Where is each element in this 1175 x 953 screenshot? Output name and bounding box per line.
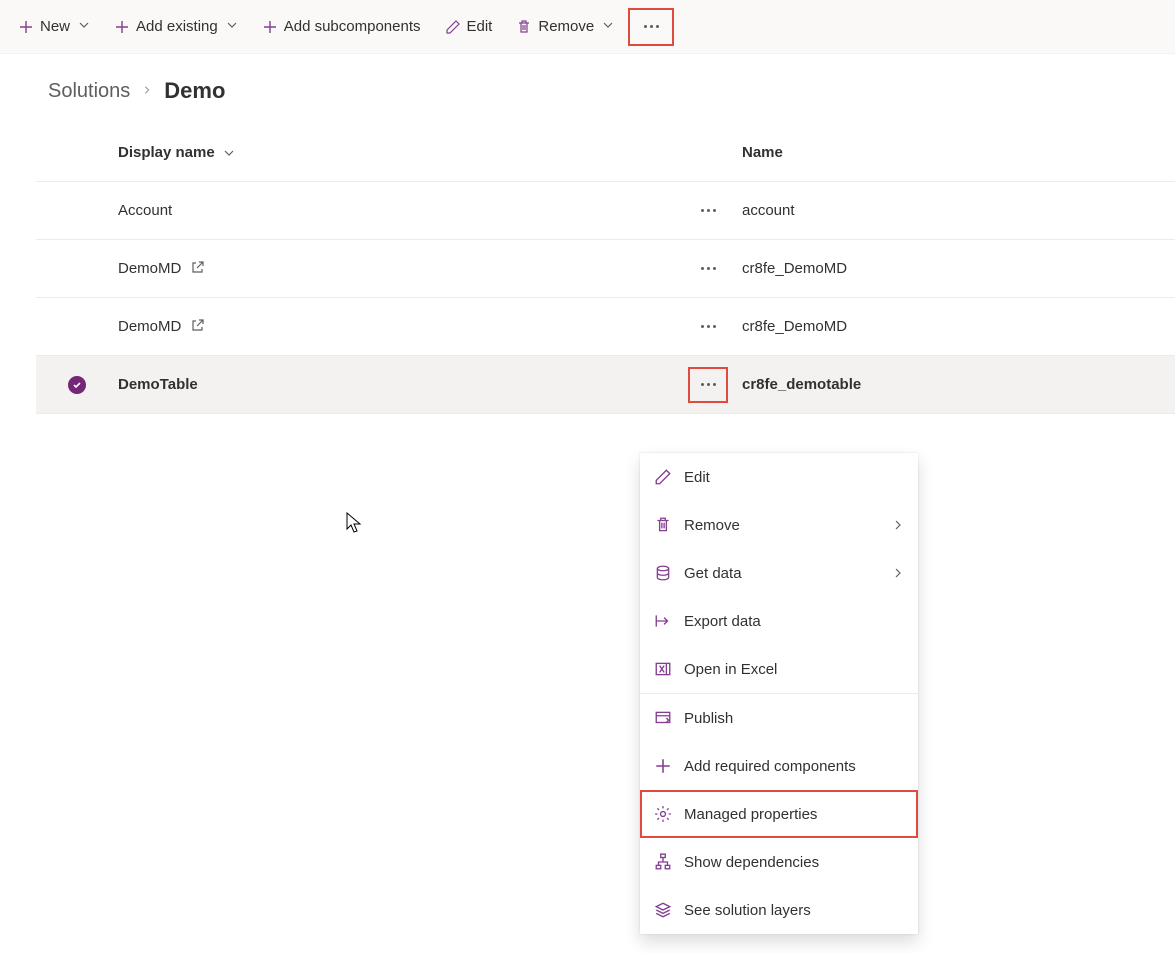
add-subcomponents-button[interactable]: Add subcomponents: [252, 10, 431, 43]
add-existing-label: Add existing: [136, 18, 218, 35]
edit-label: Edit: [467, 18, 493, 35]
menu-add-required-components[interactable]: Add required components: [640, 742, 918, 790]
more-icon: [701, 325, 716, 328]
menu-export-data[interactable]: Export data: [640, 597, 918, 645]
menu-open-in-excel[interactable]: Open in Excel: [640, 645, 918, 693]
name-cell: cr8fe_DemoMD: [742, 260, 1175, 277]
table-header: Display name Name: [36, 124, 1175, 182]
chevron-down-icon: [78, 18, 90, 35]
publish-icon: [654, 709, 672, 727]
menu-see-solution-layers[interactable]: See solution layers: [640, 886, 918, 934]
new-button[interactable]: New: [8, 10, 100, 43]
chevron-right-icon: [892, 519, 904, 531]
trash-icon: [516, 19, 532, 35]
row-more-button[interactable]: [688, 193, 728, 229]
layers-icon: [654, 901, 672, 919]
command-bar: New Add existing Add subcomponents Edit …: [0, 0, 1175, 54]
display-name-cell[interactable]: Account: [118, 202, 674, 219]
database-icon: [654, 564, 672, 582]
row-context-menu: Edit Remove Get data Export data Open in…: [640, 453, 918, 934]
name-cell: cr8fe_demotable: [742, 376, 1175, 393]
chevron-down-icon: [223, 147, 235, 159]
selected-check-icon: [68, 376, 86, 394]
name-cell: account: [742, 202, 1175, 219]
menu-show-dependencies[interactable]: Show dependencies: [640, 838, 918, 886]
plus-icon: [262, 19, 278, 35]
plus-icon: [654, 757, 672, 775]
name-cell: cr8fe_DemoMD: [742, 318, 1175, 335]
solution-components-table: Display name Name Account account DemoMD cr…: [36, 124, 1175, 414]
add-existing-button[interactable]: Add existing: [104, 10, 248, 43]
row-more-button[interactable]: [688, 309, 728, 345]
external-link-icon[interactable]: [191, 260, 205, 278]
more-icon: [644, 25, 659, 28]
menu-remove[interactable]: Remove: [640, 501, 918, 549]
display-name-text: Account: [118, 202, 172, 219]
pencil-icon: [445, 19, 461, 35]
display-name-cell[interactable]: DemoTable: [118, 376, 674, 393]
row-more-button[interactable]: [688, 251, 728, 287]
breadcrumb-current: Demo: [164, 78, 225, 104]
display-name-text: DemoMD: [118, 260, 181, 277]
remove-label: Remove: [538, 18, 594, 35]
add-subcomponents-label: Add subcomponents: [284, 18, 421, 35]
excel-icon: [654, 660, 672, 678]
menu-managed-properties[interactable]: Managed properties: [640, 790, 918, 838]
overflow-menu-button[interactable]: [628, 8, 674, 46]
display-name-text: DemoMD: [118, 318, 181, 335]
breadcrumb: Solutions Demo: [0, 54, 1175, 124]
remove-button[interactable]: Remove: [506, 10, 624, 43]
mouse-cursor: [346, 512, 364, 536]
table-row[interactable]: DemoMD cr8fe_DemoMD: [36, 298, 1175, 356]
chevron-right-icon: [892, 567, 904, 579]
column-display-name[interactable]: Display name: [118, 144, 674, 161]
display-name-cell[interactable]: DemoMD: [118, 260, 674, 278]
chevron-right-icon: [142, 82, 152, 100]
hierarchy-icon: [654, 853, 672, 871]
plus-icon: [18, 19, 34, 35]
new-label: New: [40, 18, 70, 35]
pencil-icon: [654, 468, 672, 486]
menu-get-data[interactable]: Get data: [640, 549, 918, 597]
table-row[interactable]: DemoTable cr8fe_demotable: [36, 356, 1175, 414]
display-name-text: DemoTable: [118, 376, 198, 393]
display-name-cell[interactable]: DemoMD: [118, 318, 674, 336]
more-icon: [701, 267, 716, 270]
breadcrumb-root[interactable]: Solutions: [48, 80, 130, 103]
export-icon: [654, 612, 672, 630]
external-link-icon[interactable]: [191, 318, 205, 336]
trash-icon: [654, 516, 672, 534]
table-row[interactable]: DemoMD cr8fe_DemoMD: [36, 240, 1175, 298]
chevron-down-icon: [602, 18, 614, 35]
more-icon: [701, 383, 716, 386]
menu-publish[interactable]: Publish: [640, 694, 918, 742]
column-name[interactable]: Name: [742, 144, 1175, 161]
row-more-button[interactable]: [688, 367, 728, 403]
edit-button[interactable]: Edit: [435, 10, 503, 43]
chevron-down-icon: [226, 18, 238, 35]
plus-icon: [114, 19, 130, 35]
more-icon: [701, 209, 716, 212]
table-row[interactable]: Account account: [36, 182, 1175, 240]
menu-edit[interactable]: Edit: [640, 453, 918, 501]
gear-icon: [654, 805, 672, 823]
